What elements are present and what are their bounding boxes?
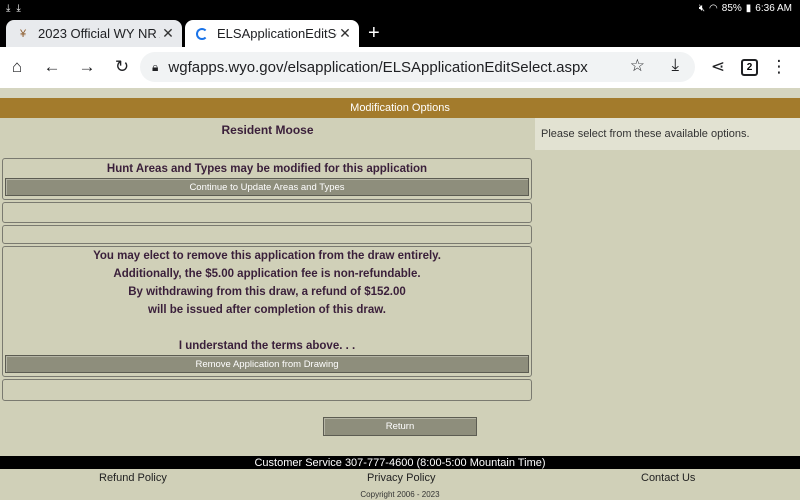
withdraw-line: will be issued after completion of this … [148, 304, 386, 316]
species-title: Resident Moose [221, 123, 314, 137]
terms-confirm-text: I understand the terms above. . . [178, 340, 356, 352]
hunt-area-text: Hunt Areas and Types may be modified for… [106, 163, 428, 175]
mute-icon: 🔇︎ [698, 3, 706, 14]
return-button[interactable]: Return [323, 417, 477, 436]
contact-us-link[interactable]: Contact Us [641, 472, 695, 484]
browser-tab-active[interactable]: ELSApplicationEditSelec ✕ [185, 20, 359, 47]
withdraw-panel: You may elect to remove this application… [2, 246, 532, 377]
menu-icon[interactable]: ⋮ [768, 56, 790, 78]
tab-title: 2023 Official WY NR Ant [38, 26, 160, 41]
page-content: Modification Options Resident Moose Hunt… [0, 88, 800, 500]
tab-switcher-button[interactable]: 2 [741, 59, 758, 76]
deer-icon: ¥ [19, 27, 27, 40]
customer-service-bar: Customer Service 307-777-4600 (8:00-5:00… [0, 456, 800, 469]
download-icon: ⤓ [6, 3, 11, 14]
options-column: Resident Moose Hunt Areas and Types may … [0, 118, 535, 456]
tab-strip: ¥ 2023 Official WY NR Ant ✕ ELSApplicati… [0, 18, 800, 47]
battery-icon: ▮ [745, 3, 752, 14]
page-header: Modification Options [0, 98, 800, 118]
footer: Refund Policy Privacy Policy Contact Us … [0, 469, 800, 500]
status-bar: ⤓ ⤓ 🔇︎ ◠ 85% ▮ 6:36 AM [0, 0, 800, 18]
download-icon[interactable]: ⤓ [671, 55, 679, 75]
url-text[interactable]: wgfapps.wyo.gov/elsapplication/ELSApplic… [168, 59, 587, 76]
share-icon[interactable]: ⋖ [707, 56, 729, 78]
browser-tab[interactable]: ¥ 2023 Official WY NR Ant ✕ [6, 20, 182, 47]
withdraw-line: Additionally, the $5.00 application fee … [113, 268, 421, 280]
empty-panel [2, 202, 532, 223]
forward-arrow-icon[interactable]: → [76, 56, 98, 78]
lock-icon[interactable]: 🔒︎ [152, 60, 158, 75]
remove-application-button[interactable]: Remove Application from Drawing [5, 355, 529, 373]
home-icon[interactable]: ⌂ [6, 56, 28, 78]
page-top-strip [0, 88, 800, 98]
bookmark-star-icon[interactable]: ☆ [630, 56, 645, 76]
withdraw-line: By withdrawing from this draw, a refund … [128, 286, 406, 298]
close-icon[interactable]: ✕ [337, 25, 353, 42]
reload-icon[interactable]: ↻ [111, 56, 133, 78]
refund-policy-link[interactable]: Refund Policy [99, 472, 167, 484]
hunt-area-panel: Hunt Areas and Types may be modified for… [2, 158, 532, 200]
back-arrow-icon[interactable]: ← [41, 56, 63, 78]
copyright: Copyright 2006 - 2023 [360, 490, 440, 499]
loading-spinner-icon [195, 27, 209, 41]
empty-panel [2, 225, 532, 244]
empty-panel [2, 379, 532, 401]
wifi-icon: ◠ [709, 3, 718, 14]
download-icon: ⤓ [16, 3, 21, 14]
tab-title: ELSApplicationEditSelec [217, 26, 337, 41]
continue-update-button[interactable]: Continue to Update Areas and Types [5, 178, 529, 196]
browser-toolbar: ⌂ ← → ↻ 🔒︎ wgfapps.wyo.gov/elsapplicatio… [0, 47, 800, 88]
privacy-policy-link[interactable]: Privacy Policy [367, 472, 435, 484]
address-bar[interactable]: 🔒︎ wgfapps.wyo.gov/elsapplication/ELSApp… [140, 52, 695, 82]
new-tab-icon[interactable]: + [368, 22, 380, 45]
side-message: Please select from these available optio… [535, 118, 800, 150]
close-icon[interactable]: ✕ [160, 25, 176, 42]
clock: 6:36 AM [755, 3, 792, 14]
withdraw-line: You may elect to remove this application… [93, 250, 441, 262]
battery-percent: 85% [721, 3, 742, 14]
